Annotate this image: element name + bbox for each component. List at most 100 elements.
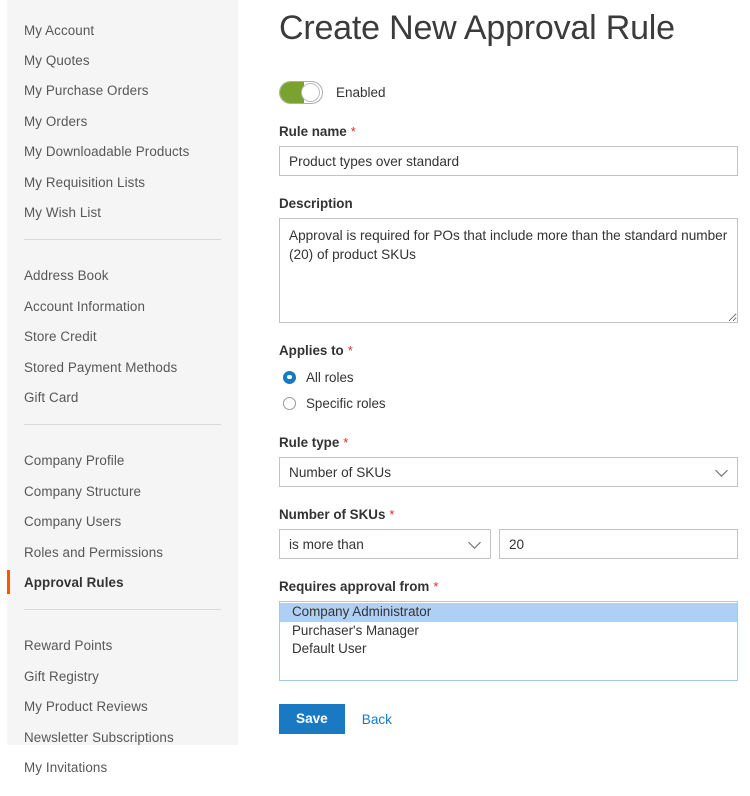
rule-name-label-text: Rule name [279,124,347,139]
number-of-skus-row: is more than [279,529,738,559]
sidebar-item-label: Company Structure [24,484,141,499]
description-field-group: Description Approval is required for POs… [279,196,738,323]
sidebar-item-my-purchase-orders[interactable]: My Purchase Orders [7,76,238,106]
radio-all-roles[interactable]: All roles [279,365,738,389]
sidebar-item-label: My Downloadable Products [24,144,189,159]
requires-approval-from-listbox[interactable]: Company Administrator Purchaser's Manage… [279,601,738,681]
sidebar-item-label: Stored Payment Methods [24,360,177,375]
rule-name-label: Rule name * [279,124,738,139]
required-asterisk: * [348,343,353,358]
radio-all-roles-icon [283,371,296,384]
sidebar-item-label: Store Credit [24,329,97,344]
rule-type-label: Rule type * [279,435,738,450]
sidebar-item-gift-registry[interactable]: Gift Registry [7,661,238,691]
sidebar-item-label: Address Book [24,268,109,283]
sidebar-item-address-book[interactable]: Address Book [7,261,238,291]
page-root: My Account My Quotes My Purchase Orders … [0,0,750,796]
requires-approval-from-field-group: Requires approval from * Company Administ… [279,579,738,681]
sidebar-item-company-structure[interactable]: Company Structure [7,476,238,506]
requires-approval-from-label: Requires approval from * [279,579,738,594]
sidebar-item-label: My Quotes [24,53,90,68]
sidebar-item-label: Company Profile [24,453,125,468]
sidebar-item-gift-card[interactable]: Gift Card [7,382,238,412]
rule-type-label-text: Rule type [279,435,339,450]
rule-type-select[interactable]: Number of SKUs [279,457,738,487]
account-sidebar: My Account My Quotes My Purchase Orders … [7,0,238,745]
sidebar-item-approval-rules[interactable]: Approval Rules [7,567,238,597]
description-label-text: Description [279,196,353,211]
required-asterisk: * [433,579,438,594]
rule-type-select-wrap: Number of SKUs [279,457,738,487]
sidebar-item-my-invitations[interactable]: My Invitations [7,752,238,782]
sku-operator-select-wrap: is more than [279,529,491,559]
sidebar-divider [24,609,221,610]
number-of-skus-label-text: Number of SKUs [279,507,385,522]
sidebar-item-label: My Wish List [24,205,101,220]
radio-specific-roles[interactable]: Specific roles [279,391,738,415]
sidebar-item-label: My Invitations [24,760,107,775]
enabled-toggle[interactable] [279,81,323,104]
page-title: Create New Approval Rule [279,0,738,56]
sidebar-item-account-information[interactable]: Account Information [7,291,238,321]
enabled-toggle-row: Enabled [279,81,738,104]
sidebar-item-my-orders[interactable]: My Orders [7,106,238,136]
sidebar-divider [24,424,221,425]
sidebar-item-label: Company Users [24,514,121,529]
sidebar-item-label: Gift Registry [24,669,99,684]
sku-operator-select[interactable]: is more than [279,529,491,559]
sidebar-item-my-product-reviews[interactable]: My Product Reviews [7,691,238,721]
applies-to-field-group: Applies to * All roles Specific roles [279,343,738,415]
sidebar-item-label: My Product Reviews [24,699,148,714]
sidebar-item-reward-points[interactable]: Reward Points [7,631,238,661]
requires-approval-from-label-text: Requires approval from [279,579,429,594]
sidebar-item-stored-payment-methods[interactable]: Stored Payment Methods [7,352,238,382]
applies-to-label-text: Applies to [279,343,344,358]
sidebar-item-newsletter-subscriptions[interactable]: Newsletter Subscriptions [7,722,238,752]
sidebar-item-label: My Orders [24,114,87,129]
sidebar-item-my-downloadable-products[interactable]: My Downloadable Products [7,137,238,167]
sidebar-item-label: Approval Rules [24,575,124,590]
description-textarea[interactable]: Approval is required for POs that includ… [279,218,738,323]
number-of-skus-label: Number of SKUs * [279,507,738,522]
sidebar-item-my-requisition-lists[interactable]: My Requisition Lists [7,167,238,197]
sidebar-item-my-account[interactable]: My Account [7,15,238,45]
sidebar-item-label: My Account [24,23,94,38]
required-asterisk: * [351,124,356,139]
enabled-toggle-label: Enabled [336,85,386,100]
rule-name-field-group: Rule name * [279,124,738,176]
form-actions: Save Back [279,704,738,734]
sidebar-group-company: Company Profile Company Structure Compan… [7,446,238,598]
sidebar-item-company-profile[interactable]: Company Profile [7,446,238,476]
sidebar-item-company-users[interactable]: Company Users [7,506,238,536]
radio-all-roles-label: All roles [306,370,354,385]
toggle-knob [301,83,320,102]
required-asterisk: * [389,507,394,522]
sidebar-group-account: My Account My Quotes My Purchase Orders … [7,15,238,228]
back-link[interactable]: Back [362,712,392,727]
list-item[interactable]: Default User [280,640,737,659]
sidebar-item-label: Reward Points [24,638,112,653]
sidebar-item-label: Account Information [24,299,145,314]
number-of-skus-field-group: Number of SKUs * is more than [279,507,738,559]
approval-rule-form: Create New Approval Rule Enabled Rule na… [279,0,738,734]
sidebar-group-extras: Reward Points Gift Registry My Product R… [7,631,238,783]
required-asterisk: * [343,435,348,450]
radio-specific-roles-icon [283,397,296,410]
radio-specific-roles-label: Specific roles [306,396,386,411]
sku-amount-input[interactable] [499,529,738,559]
sidebar-item-my-wish-list[interactable]: My Wish List [7,197,238,227]
sidebar-item-label: My Requisition Lists [24,175,145,190]
sidebar-item-my-quotes[interactable]: My Quotes [7,45,238,75]
rule-name-input[interactable] [279,146,738,176]
sidebar-item-label: Gift Card [24,390,78,405]
sidebar-item-label: My Purchase Orders [24,83,149,98]
sidebar-item-store-credit[interactable]: Store Credit [7,322,238,352]
sidebar-item-label: Newsletter Subscriptions [24,730,174,745]
list-item[interactable]: Company Administrator [280,603,737,622]
description-label: Description [279,196,738,211]
sidebar-group-profile: Address Book Account Information Store C… [7,261,238,413]
rule-type-field-group: Rule type * Number of SKUs [279,435,738,487]
save-button[interactable]: Save [279,704,345,734]
sidebar-item-roles-and-permissions[interactable]: Roles and Permissions [7,537,238,567]
list-item[interactable]: Purchaser's Manager [280,622,737,641]
